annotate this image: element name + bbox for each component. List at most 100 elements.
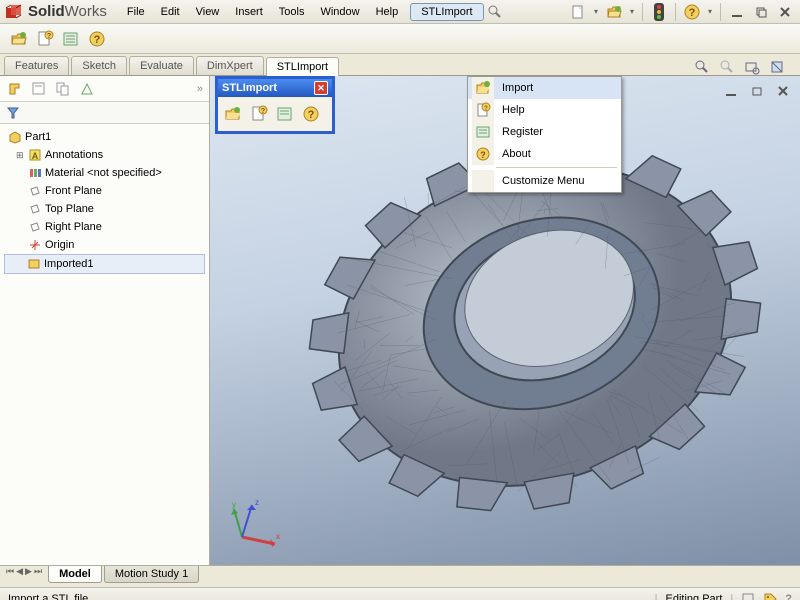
unit-system-icon[interactable]	[741, 592, 755, 600]
options-help-icon[interactable]: ?	[248, 103, 270, 125]
chevron-down-icon[interactable]: ▾	[591, 7, 601, 16]
menubar-right: ▾ ▾ ? ▾	[567, 0, 800, 23]
menu-item-register[interactable]: Register	[468, 121, 621, 143]
tab-stlimport[interactable]: STLImport	[266, 57, 339, 76]
chevron-down-icon[interactable]: ▾	[705, 7, 715, 16]
menu-tools[interactable]: Tools	[271, 3, 313, 21]
tree-top-plane[interactable]: Top Plane	[4, 200, 205, 218]
feature-tree[interactable]: Part1 ⊞AAnnotations Material <not specif…	[0, 124, 209, 565]
stlimport-panel-titlebar[interactable]: STLImport ✕	[218, 79, 332, 97]
tree-imported[interactable]: Imported1	[4, 254, 205, 274]
tree-front-plane[interactable]: Front Plane	[4, 182, 205, 200]
section-view-icon[interactable]	[766, 56, 788, 78]
about-icon: ?	[472, 143, 494, 165]
feature-manager-panel: » Part1 ⊞AAnnotations Material <not spec…	[0, 76, 210, 565]
svg-text:?: ?	[47, 33, 51, 40]
menu-view[interactable]: View	[188, 3, 228, 21]
menu-item-help[interactable]: ? Help	[468, 99, 621, 121]
question-icon[interactable]: ?	[785, 593, 792, 600]
separator: |	[655, 593, 658, 600]
graphics-viewport[interactable]: STLImport ✕ ? ? Import ? Help Regist	[210, 76, 800, 565]
plane-icon	[28, 184, 42, 198]
zoom-area-icon[interactable]	[716, 56, 738, 78]
tree-origin[interactable]: Origin	[4, 236, 205, 254]
help-doc-icon: ?	[472, 99, 494, 121]
tree-annotations[interactable]: ⊞AAnnotations	[4, 146, 205, 164]
minimize-icon[interactable]	[720, 80, 742, 102]
expand-plus-icon[interactable]: ⊞	[16, 146, 25, 164]
tag-icon[interactable]	[763, 592, 777, 600]
svg-text:?: ?	[480, 150, 486, 160]
featuremanager-tab-icon[interactable]	[4, 78, 26, 100]
app-brand: SolidWorks	[28, 3, 107, 20]
tab-first-icon[interactable]: ⏮	[6, 566, 14, 577]
status-bar: Import a STL file | Editing Part | ?	[0, 587, 800, 600]
tree-label: Front Plane	[45, 182, 102, 200]
menu-window[interactable]: Window	[312, 3, 367, 21]
separator	[720, 3, 721, 21]
open-folder-icon[interactable]	[222, 103, 244, 125]
chevron-down-icon[interactable]: ▾	[627, 7, 637, 16]
tab-nav-icons: ⏮ ◀ ▶ ⏭	[6, 566, 42, 577]
tree-right-plane[interactable]: Right Plane	[4, 218, 205, 236]
tab-dimxpert[interactable]: DimXpert	[196, 56, 264, 75]
help-icon[interactable]: ?	[681, 1, 703, 23]
body-area: » Part1 ⊞AAnnotations Material <not spec…	[0, 76, 800, 565]
open-folder-icon[interactable]	[8, 28, 30, 50]
plane-icon	[28, 202, 42, 216]
open-folder-icon[interactable]	[603, 1, 625, 23]
prev-view-icon[interactable]	[741, 56, 763, 78]
menu-insert[interactable]: Insert	[227, 3, 271, 21]
close-icon[interactable]: ✕	[314, 81, 328, 95]
tree-label: Imported1	[44, 255, 94, 273]
new-doc-icon[interactable]	[567, 1, 589, 23]
menu-stlimport[interactable]: STLImport	[410, 3, 483, 21]
close-icon[interactable]	[772, 80, 794, 102]
filter-icon[interactable]	[6, 106, 20, 120]
tab-last-icon[interactable]: ⏭	[34, 566, 42, 577]
expand-icon[interactable]: »	[197, 83, 203, 95]
plane-icon	[28, 220, 42, 234]
tab-prev-icon[interactable]: ◀	[16, 566, 23, 577]
menu-item-customize[interactable]: Customize Menu	[468, 170, 621, 192]
svg-text:A: A	[32, 151, 39, 161]
config-tab-icon[interactable]	[52, 78, 74, 100]
menu-help[interactable]: Help	[368, 3, 407, 21]
menu-label: Help	[502, 104, 525, 116]
close-icon[interactable]	[774, 1, 796, 23]
menu-item-import[interactable]: Import	[468, 77, 621, 99]
tab-sketch[interactable]: Sketch	[71, 56, 127, 75]
restore-icon[interactable]	[750, 1, 772, 23]
stlimport-panel-title: STLImport	[222, 82, 277, 94]
zoom-fit-icon[interactable]	[691, 56, 713, 78]
tab-evaluate[interactable]: Evaluate	[129, 56, 194, 75]
brand-bold: Solid	[28, 3, 65, 20]
tab-features[interactable]: Features	[4, 56, 69, 75]
menu-item-about[interactable]: ? About	[468, 143, 621, 165]
menu-edit[interactable]: Edit	[153, 3, 188, 21]
open-folder-icon	[472, 77, 494, 99]
options-icon[interactable]: ?	[34, 28, 56, 50]
main-menubar: SolidWorks File Edit View Insert Tools W…	[0, 0, 800, 24]
svg-text:?: ?	[94, 34, 101, 46]
list-icon[interactable]	[60, 28, 82, 50]
tree-label: Right Plane	[45, 218, 102, 236]
help-bubble-icon[interactable]: ?	[86, 28, 108, 50]
minimize-icon[interactable]	[726, 1, 748, 23]
property-tab-icon[interactable]	[28, 78, 50, 100]
search-icon[interactable]	[486, 3, 504, 21]
tree-label: Part1	[25, 128, 51, 146]
tree-material[interactable]: Material <not specified>	[4, 164, 205, 182]
tree-root[interactable]: Part1	[4, 128, 205, 146]
bottom-tab-model[interactable]: Model	[48, 566, 102, 583]
restore-icon[interactable]	[746, 80, 768, 102]
traffic-light-icon[interactable]	[648, 1, 670, 23]
separator: |	[730, 593, 733, 600]
blank-icon	[472, 170, 494, 192]
separator	[675, 3, 676, 21]
dimxpert-tab-icon[interactable]	[76, 78, 98, 100]
svg-text:?: ?	[689, 7, 696, 19]
bottom-tab-motion[interactable]: Motion Study 1	[104, 566, 199, 583]
tab-next-icon[interactable]: ▶	[25, 566, 32, 577]
menu-file[interactable]: File	[119, 3, 153, 21]
